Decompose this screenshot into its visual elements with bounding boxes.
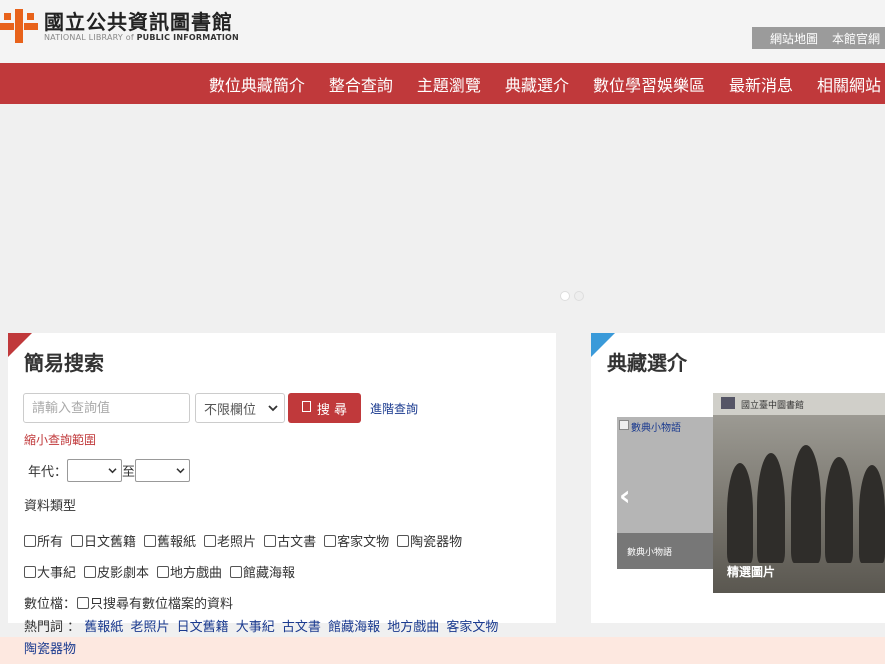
type-checkbox-old-photos[interactable]: 老照片	[204, 531, 256, 550]
nav-item-elearning[interactable]: 數位學習娛樂區	[581, 72, 717, 96]
nav-item-topic-browse[interactable]: 主題瀏覽	[405, 72, 493, 96]
hero-banner	[0, 104, 885, 318]
nav-item-intro[interactable]: 數位典藏簡介	[197, 72, 317, 96]
hot-term-link[interactable]: 古文書	[282, 620, 321, 635]
year-label: 年代：	[28, 465, 68, 480]
carousel-dot[interactable]	[560, 291, 570, 301]
hot-term-link[interactable]: 老照片	[130, 620, 169, 635]
hot-term-link[interactable]: 館藏海報	[328, 620, 380, 635]
hot-term-link[interactable]: 舊報紙	[84, 620, 123, 635]
utility-links: 網站地圖 本館官網	[752, 27, 885, 49]
card-caption: 數典小物語	[617, 533, 717, 569]
checkbox[interactable]	[84, 565, 97, 578]
nav-item-integrated-search[interactable]: 整合查詢	[317, 72, 405, 96]
narrow-search-link[interactable]: 縮小查詢範圍	[24, 431, 96, 448]
official-site-link[interactable]: 本館官網	[832, 30, 880, 47]
year-to-select[interactable]	[135, 459, 191, 482]
logo-title: 國立公共資訊圖書館	[44, 9, 233, 34]
simple-search-panel: 簡易搜索 不限欄位 搜 尋 進階查詢 縮小查詢範圍 年代： 至 資料類型 所有 …	[8, 333, 556, 623]
card-caption: 精選圖片	[727, 565, 776, 579]
chevron-left-icon[interactable]: ‹	[619, 479, 631, 512]
type-checkbox-japanese-books[interactable]: 日文舊籍	[71, 531, 136, 550]
sitemap-link[interactable]: 網站地圖	[770, 30, 818, 47]
card-header: 國立臺中圖書館	[713, 393, 885, 415]
carousel-dot[interactable]	[574, 291, 584, 301]
type-checkbox-local-opera[interactable]: 地方戲曲	[157, 562, 222, 581]
nav-item-news[interactable]: 最新消息	[717, 72, 805, 96]
hot-term-link[interactable]: 客家文物	[446, 620, 498, 635]
panel-title: 簡易搜索	[24, 351, 104, 375]
broken-image-icon	[619, 420, 629, 433]
logo-mark-icon	[0, 7, 40, 45]
hot-term-link[interactable]: 陶瓷器物	[24, 642, 76, 657]
checkbox[interactable]	[24, 565, 36, 578]
hot-keywords: 熱門詞 ： 舊報紙 老照片 日文舊籍 大事紀 古文書 館藏海報 地方戲曲 客家文…	[24, 620, 499, 657]
checkbox[interactable]	[24, 534, 36, 547]
year-from-select[interactable]	[67, 459, 123, 482]
type-checkbox-hakka[interactable]: 客家文物	[324, 531, 389, 550]
main-nav: 數位典藏簡介 整合查詢 主題瀏覽 典藏選介 數位學習娛樂區 最新消息 相關網站	[0, 63, 885, 104]
checkbox[interactable]	[324, 534, 337, 547]
type-checkbox-old-newspapers[interactable]: 舊報紙	[144, 531, 196, 550]
collection-panel: 典藏選介 數典小物語 數典小物語 ‹ 國立臺中圖書館 精選圖片	[591, 333, 885, 623]
digital-only-checkbox[interactable]	[77, 596, 90, 609]
checkbox[interactable]	[144, 534, 157, 547]
checkbox[interactable]	[230, 565, 243, 578]
checkbox[interactable]	[157, 565, 170, 578]
logo-subtitle: NATIONAL LIBRARY of PUBLIC INFORMATION	[44, 32, 239, 42]
search-input[interactable]	[23, 393, 190, 423]
panel-title: 典藏選介	[607, 351, 687, 375]
header: 國立公共資訊圖書館 NATIONAL LIBRARY of PUBLIC INF…	[0, 0, 885, 63]
checkbox[interactable]	[71, 534, 84, 547]
nav-item-collection[interactable]: 典藏選介	[493, 72, 581, 96]
data-type-row: 所有 日文舊籍 舊報紙 老照片 古文書 客家文物 陶瓷器物	[24, 531, 462, 550]
advanced-search-link[interactable]: 進階查詢	[370, 400, 418, 417]
carousel-dots	[560, 291, 584, 301]
checkbox[interactable]	[397, 534, 410, 547]
collection-card-active[interactable]: 國立臺中圖書館 精選圖片	[713, 393, 885, 593]
data-type-row: 大事紀 皮影劇本 地方戲曲 館藏海報	[24, 562, 295, 581]
field-select[interactable]: 不限欄位	[195, 393, 285, 423]
chevron-down-icon	[268, 401, 278, 416]
library-logo-icon	[721, 396, 735, 412]
site-logo[interactable]: 國立公共資訊圖書館 NATIONAL LIBRARY of PUBLIC INF…	[0, 6, 239, 46]
chevron-down-icon	[108, 468, 117, 474]
year-to-label: 至	[122, 465, 136, 480]
search-button[interactable]: 搜 尋	[288, 393, 361, 423]
chevron-down-icon	[176, 468, 185, 474]
collection-card[interactable]: 數典小物語 數典小物語	[617, 417, 717, 569]
type-checkbox-chronicle[interactable]: 大事紀	[24, 562, 76, 581]
hot-term-link[interactable]: 日文舊籍	[177, 620, 229, 635]
type-checkbox-posters[interactable]: 館藏海報	[230, 562, 295, 581]
image-alt-text: 數典小物語	[631, 423, 681, 434]
year-range: 年代： 至	[28, 459, 191, 482]
digital-file-filter: 數位檔： 只搜尋有數位檔案的資料	[24, 596, 234, 612]
checkbox[interactable]	[204, 534, 217, 547]
type-checkbox-ancient-docs[interactable]: 古文書	[264, 531, 316, 550]
type-checkbox-ceramics[interactable]: 陶瓷器物	[397, 531, 462, 550]
checkbox[interactable]	[264, 534, 277, 547]
nav-item-related-sites[interactable]: 相關網站	[805, 72, 885, 96]
type-checkbox-all[interactable]: 所有	[24, 531, 63, 550]
data-type-label: 資料類型	[24, 499, 77, 514]
search-icon	[301, 400, 311, 416]
hot-term-link[interactable]: 地方戲曲	[387, 620, 439, 635]
type-checkbox-shadow-puppet[interactable]: 皮影劇本	[84, 562, 149, 581]
hot-term-link[interactable]: 大事紀	[236, 620, 275, 635]
